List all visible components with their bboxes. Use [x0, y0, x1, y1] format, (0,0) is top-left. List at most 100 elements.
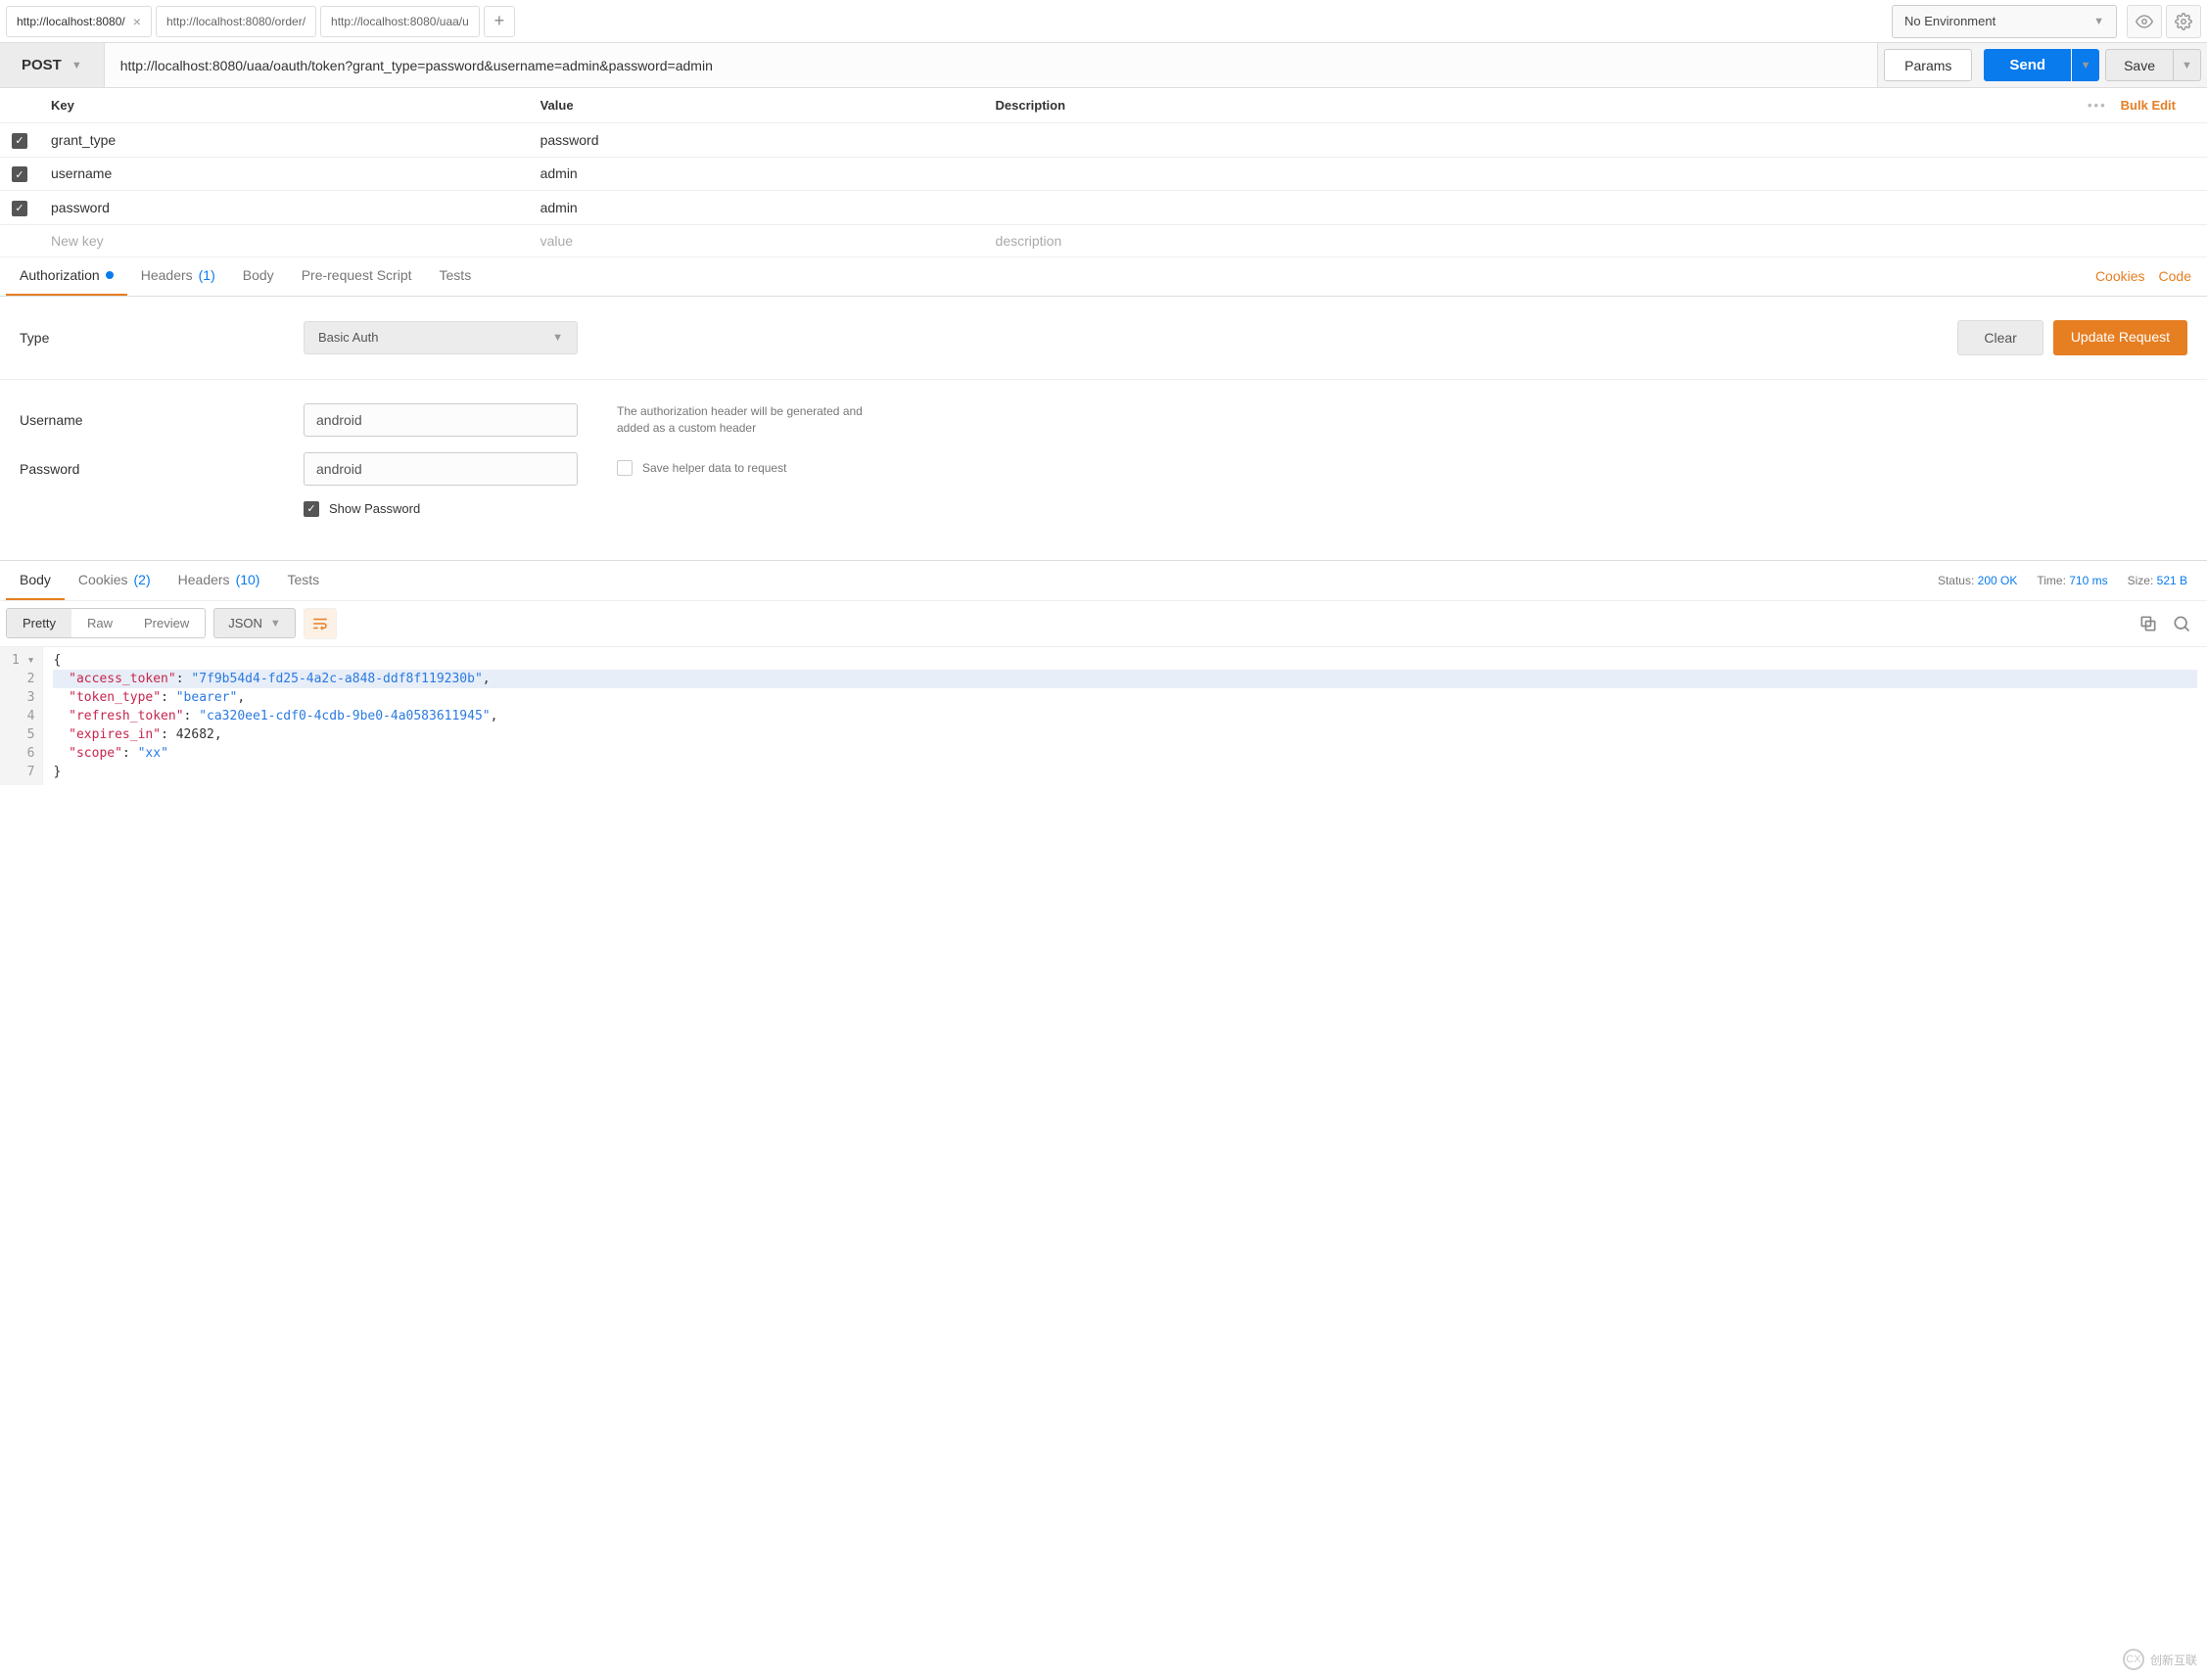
- save-button[interactable]: Save: [2105, 49, 2174, 81]
- param-row-new[interactable]: New key value description: [0, 224, 2207, 257]
- helper-text: The authorization header will be generat…: [617, 403, 891, 437]
- tab-authorization[interactable]: Authorization: [6, 257, 127, 296]
- tab-label: http://localhost:8080/order/: [166, 15, 305, 28]
- new-tab-button[interactable]: +: [484, 6, 515, 37]
- params-button[interactable]: Params: [1884, 49, 1972, 81]
- code-lines[interactable]: { "access_token": "7f9b54d4-fd25-4a2c-a8…: [43, 647, 2207, 785]
- close-icon[interactable]: ×: [133, 14, 141, 29]
- param-key[interactable]: username: [39, 157, 529, 191]
- new-description-placeholder[interactable]: description: [984, 224, 2207, 257]
- response-tab-cookies[interactable]: Cookies (2): [65, 561, 164, 600]
- show-password-checkbox[interactable]: ✓: [304, 501, 319, 517]
- param-value[interactable]: admin: [529, 157, 984, 191]
- password-label: Password: [20, 461, 304, 477]
- response-tabs: Body Cookies (2) Headers (10) Tests Stat…: [0, 560, 2207, 601]
- more-options-icon[interactable]: •••: [2088, 98, 2107, 113]
- environment-preview-button[interactable]: [2127, 5, 2162, 38]
- environment-select[interactable]: No Environment ▼: [1892, 5, 2117, 38]
- request-section-tabs: Authorization Headers (1) Body Pre-reque…: [0, 257, 2207, 297]
- modified-dot-icon: [106, 271, 114, 279]
- tab-headers[interactable]: Headers (1): [127, 257, 229, 296]
- description-header: Description ••• Bulk Edit: [984, 88, 2207, 123]
- watermark-logo-icon: CX: [2123, 1649, 2144, 1670]
- param-row[interactable]: ✓ username admin: [0, 157, 2207, 191]
- checkbox-checked-icon[interactable]: ✓: [12, 166, 27, 182]
- response-tab-tests[interactable]: Tests: [273, 561, 333, 600]
- size-value: 521 B: [2157, 574, 2187, 587]
- type-label: Type: [20, 330, 304, 346]
- param-row[interactable]: ✓ password admin: [0, 191, 2207, 225]
- checkbox-checked-icon[interactable]: ✓: [12, 133, 27, 149]
- request-tab-0[interactable]: http://localhost:8080/ ×: [6, 6, 152, 37]
- request-bar: POST ▼ Params Send ▼ Save ▼: [0, 43, 2207, 88]
- format-select[interactable]: JSON ▼: [213, 608, 296, 638]
- view-preview[interactable]: Preview: [128, 609, 205, 637]
- username-label: Username: [20, 412, 304, 428]
- checkbox-header: [0, 88, 39, 123]
- view-pretty[interactable]: Pretty: [7, 609, 71, 637]
- settings-button[interactable]: [2166, 5, 2201, 38]
- environment-value: No Environment: [1904, 14, 1996, 28]
- save-helper-label: Save helper data to request: [642, 460, 786, 477]
- param-row[interactable]: ✓ grant_type password: [0, 123, 2207, 158]
- password-input[interactable]: [304, 452, 578, 486]
- http-method-select[interactable]: POST ▼: [0, 43, 105, 87]
- tab-tests[interactable]: Tests: [426, 257, 486, 296]
- gear-icon: [2175, 13, 2192, 30]
- http-method-value: POST: [22, 57, 62, 73]
- tab-label: http://localhost:8080/: [17, 15, 125, 28]
- status-value: 200 OK: [1978, 574, 2018, 587]
- view-raw[interactable]: Raw: [71, 609, 128, 637]
- auth-fields: Username The authorization header will b…: [0, 380, 2207, 540]
- watermark: CX 创新互联: [2123, 1649, 2197, 1670]
- new-value-placeholder[interactable]: value: [529, 224, 984, 257]
- view-mode-segment: Pretty Raw Preview: [6, 608, 206, 638]
- chevron-down-icon: ▼: [552, 332, 563, 344]
- update-request-button[interactable]: Update Request: [2053, 320, 2187, 355]
- response-status-bar: Status: 200 OK Time: 710 ms Size: 521 B: [1938, 574, 2201, 587]
- param-value[interactable]: password: [529, 123, 984, 158]
- auth-type-row: Type Basic Auth ▼ Clear Update Request: [0, 297, 2207, 380]
- cookies-link[interactable]: Cookies: [2095, 268, 2145, 284]
- param-value[interactable]: admin: [529, 191, 984, 225]
- send-options-button[interactable]: ▼: [2072, 49, 2099, 81]
- chevron-down-icon: ▼: [2093, 16, 2104, 27]
- response-body-viewer: 1 ▾234567 { "access_token": "7f9b54d4-fd…: [0, 646, 2207, 785]
- value-header: Value: [529, 88, 984, 123]
- code-link[interactable]: Code: [2159, 268, 2191, 284]
- tab-label: http://localhost:8080/uaa/u: [331, 15, 469, 28]
- url-input[interactable]: [105, 43, 1878, 87]
- tab-prerequest[interactable]: Pre-request Script: [288, 257, 426, 296]
- auth-type-select[interactable]: Basic Auth ▼: [304, 321, 578, 354]
- param-description[interactable]: [984, 123, 2207, 158]
- request-tab-2[interactable]: http://localhost:8080/uaa/u: [320, 6, 480, 37]
- copy-icon[interactable]: [2138, 614, 2158, 633]
- param-description[interactable]: [984, 191, 2207, 225]
- wrap-lines-button[interactable]: [304, 608, 337, 639]
- response-tab-headers[interactable]: Headers (10): [164, 561, 274, 600]
- save-helper-checkbox[interactable]: [617, 460, 633, 476]
- new-key-placeholder[interactable]: New key: [39, 224, 529, 257]
- search-icon[interactable]: [2172, 614, 2191, 633]
- save-options-button[interactable]: ▼: [2174, 49, 2201, 81]
- response-tab-body[interactable]: Body: [6, 561, 65, 600]
- tab-body[interactable]: Body: [229, 257, 288, 296]
- bulk-edit-link[interactable]: Bulk Edit: [2121, 98, 2176, 113]
- show-password-label: Show Password: [329, 501, 420, 516]
- chevron-down-icon: ▼: [71, 60, 82, 71]
- chevron-down-icon: ▼: [2182, 60, 2192, 71]
- param-description[interactable]: [984, 157, 2207, 191]
- top-bar: http://localhost:8080/ × http://localhos…: [0, 0, 2207, 43]
- username-input[interactable]: [304, 403, 578, 437]
- line-gutter: 1 ▾234567: [0, 647, 43, 785]
- request-tab-1[interactable]: http://localhost:8080/order/: [156, 6, 316, 37]
- wrap-icon: [311, 615, 329, 632]
- viewer-toolbar: Pretty Raw Preview JSON ▼: [0, 601, 2207, 646]
- send-button[interactable]: Send: [1984, 49, 2071, 81]
- chevron-down-icon: ▼: [270, 618, 281, 630]
- param-key[interactable]: grant_type: [39, 123, 529, 158]
- params-table: Key Value Description ••• Bulk Edit ✓ gr…: [0, 88, 2207, 257]
- checkbox-checked-icon[interactable]: ✓: [12, 201, 27, 216]
- param-key[interactable]: password: [39, 191, 529, 225]
- clear-button[interactable]: Clear: [1957, 320, 2043, 355]
